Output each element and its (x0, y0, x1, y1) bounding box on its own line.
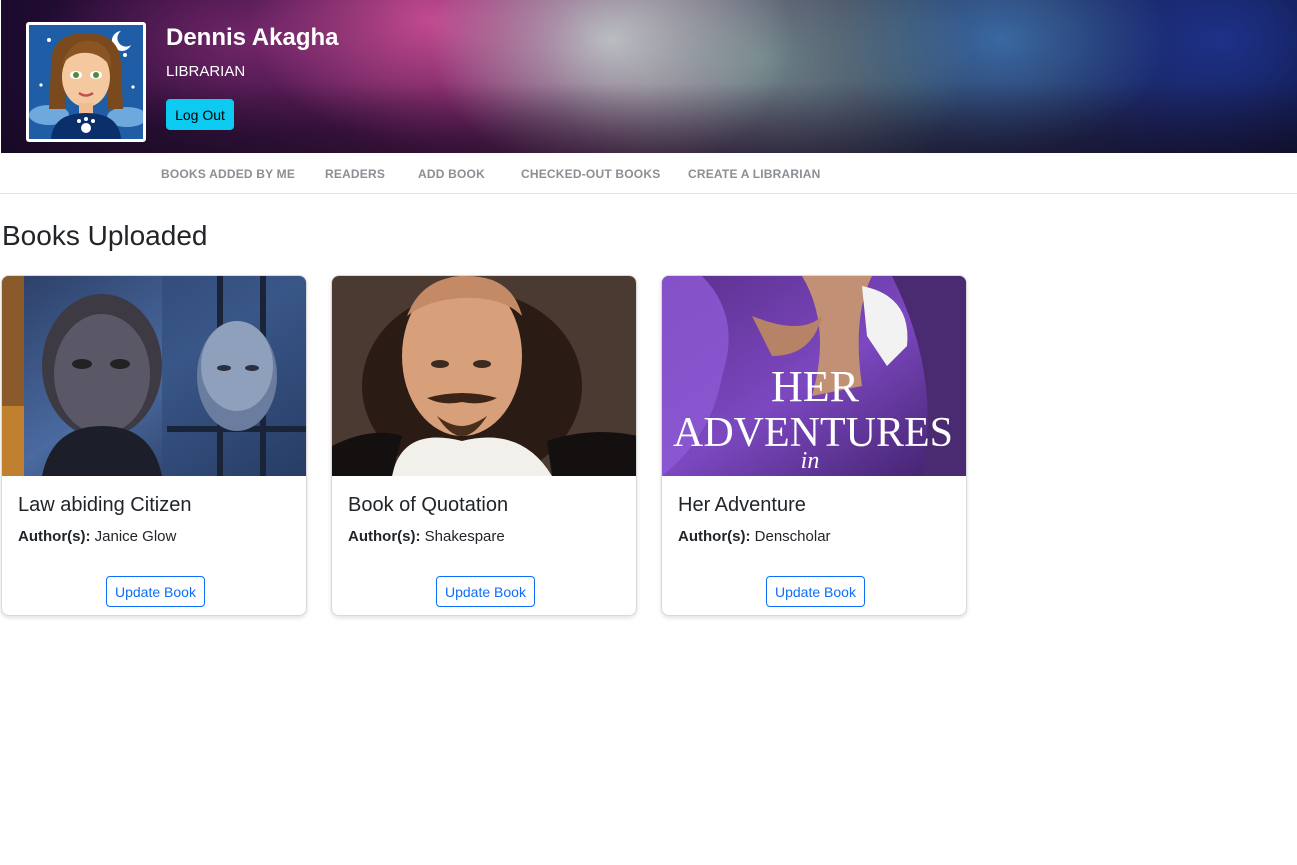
update-book-button[interactable]: Update Book (106, 576, 205, 607)
book-cover-image (332, 276, 636, 476)
book-author: Author(s): Denscholar (678, 528, 831, 545)
nav-create-librarian[interactable]: CREATE A LIBRARIAN (688, 167, 820, 181)
author-label: Author(s): (678, 528, 751, 545)
author-name: Denscholar (754, 528, 831, 545)
user-role: LIBRARIAN (166, 63, 246, 80)
book-title: Law abiding Citizen (18, 494, 192, 516)
book-card: Book of Quotation Author(s): Shakespare … (331, 275, 637, 616)
nav-checked-out-books[interactable]: CHECKED-OUT BOOKS (521, 167, 660, 181)
update-book-button[interactable]: Update Book (436, 576, 535, 607)
avatar (26, 22, 146, 142)
main-nav: BOOKS ADDED BY ME READERS ADD BOOK CHECK… (0, 153, 1297, 194)
book-author: Author(s): Janice Glow (18, 528, 176, 545)
logout-button[interactable]: Log Out (166, 99, 234, 130)
book-cover-image: HER ADVENTURES in (662, 276, 966, 476)
cover-text-her: HER (771, 362, 860, 411)
nav-add-book[interactable]: ADD BOOK (418, 167, 485, 181)
book-title: Her Adventure (678, 494, 806, 516)
book-title: Book of Quotation (348, 494, 509, 516)
update-book-button[interactable]: Update Book (766, 576, 865, 607)
author-name: Janice Glow (94, 528, 177, 545)
book-card: HER ADVENTURES in Her Adventure Author(s… (661, 275, 967, 616)
nav-books-added-by-me[interactable]: BOOKS ADDED BY ME (161, 167, 295, 181)
author-label: Author(s): (18, 528, 91, 545)
book-card: Law abiding Citizen Author(s): Janice Gl… (1, 275, 307, 616)
cover-text-in: in (801, 448, 820, 474)
book-author: Author(s): Shakespare (348, 528, 505, 545)
author-label: Author(s): (348, 528, 421, 545)
nav-readers[interactable]: READERS (325, 167, 385, 181)
page-title: Books Uploaded (2, 220, 208, 251)
user-name: Dennis Akagha (166, 24, 339, 51)
cartoon-avatar-icon (29, 25, 143, 139)
book-cover-image (2, 276, 306, 476)
author-name: Shakespare (424, 528, 505, 545)
